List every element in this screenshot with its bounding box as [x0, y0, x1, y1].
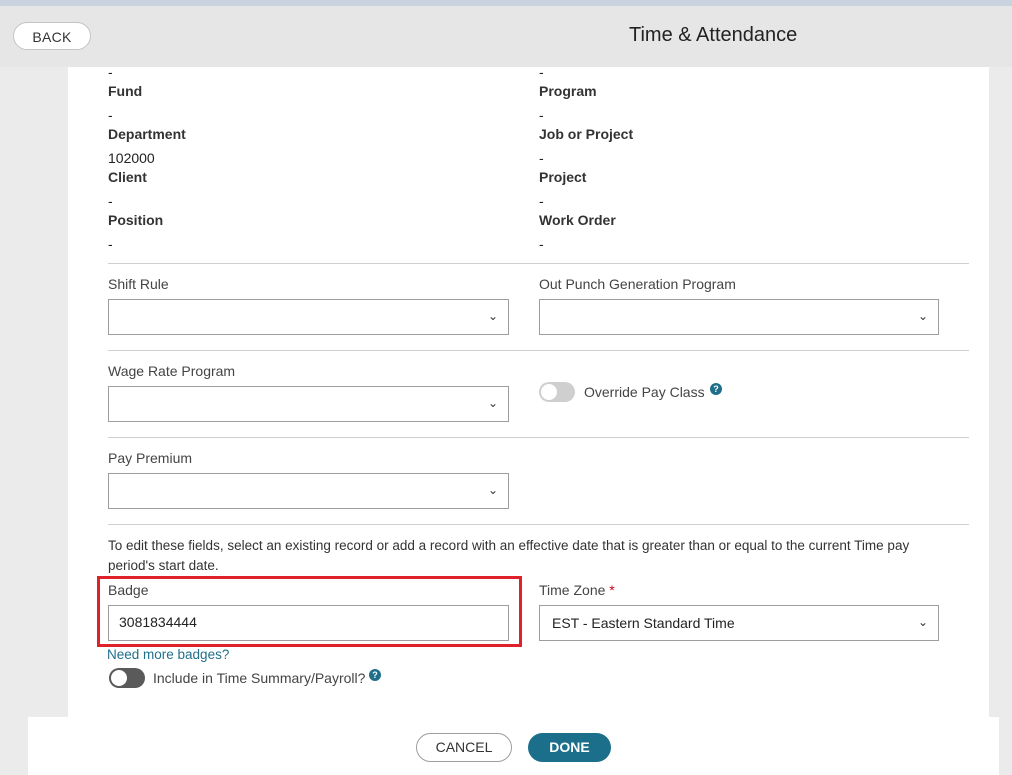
program-label: Program	[539, 83, 597, 99]
divider	[108, 437, 969, 438]
toggle-knob	[111, 670, 127, 686]
chevron-down-icon: ⌄	[917, 615, 928, 629]
done-button[interactable]: DONE	[528, 733, 611, 762]
chevron-down-icon: ⌄	[487, 396, 498, 410]
value-above-program: -	[539, 64, 544, 80]
client-value: -	[108, 193, 113, 209]
need-more-badges-link[interactable]: Need more badges?	[107, 647, 229, 662]
pay-premium-label: Pay Premium	[108, 450, 193, 466]
badge-input[interactable]	[119, 614, 489, 630]
project-label: Project	[539, 169, 587, 185]
include-summary-label: Include in Time Summary/Payroll?	[153, 670, 366, 686]
help-icon[interactable]: ?	[369, 669, 381, 681]
shift-rule-label: Shift Rule	[108, 276, 169, 292]
department-label: Department	[108, 126, 186, 142]
cancel-button[interactable]: CANCEL	[416, 733, 512, 762]
fund-label: Fund	[108, 83, 143, 99]
chevron-down-icon: ⌄	[487, 309, 498, 323]
value-above-fund: -	[108, 64, 113, 80]
badge-label: Badge	[108, 582, 149, 598]
divider	[108, 350, 969, 351]
wage-rate-label: Wage Rate Program	[108, 363, 236, 379]
client-label: Client	[108, 169, 147, 185]
divider	[108, 263, 969, 264]
department-value: 102000	[108, 150, 155, 166]
pay-premium-select[interactable]: ⌄	[108, 473, 509, 509]
toggle-knob	[541, 384, 557, 400]
back-button[interactable]: BACK	[13, 22, 91, 50]
position-label: Position	[108, 212, 164, 228]
footer-bar: CANCEL DONE	[28, 717, 999, 775]
position-value: -	[108, 236, 113, 252]
help-icon[interactable]: ?	[710, 383, 722, 395]
page-header: BACK Time & Attendance	[0, 6, 1012, 67]
override-pay-class-label: Override Pay Class	[584, 384, 705, 400]
edit-note: To edit these fields, select an existing…	[108, 538, 910, 573]
chevron-down-icon: ⌄	[487, 483, 498, 497]
page-title: Time & Attendance	[629, 24, 798, 46]
time-zone-value: EST - Eastern Standard Time	[552, 615, 735, 631]
work-order-value: -	[539, 236, 544, 252]
time-zone-select[interactable]: EST - Eastern Standard Time ⌄	[539, 605, 939, 641]
required-marker: *	[609, 582, 615, 598]
job-or-project-label: Job or Project	[539, 126, 634, 142]
job-or-project-value: -	[539, 150, 544, 166]
shift-rule-select[interactable]: ⌄	[108, 299, 509, 335]
override-pay-class-toggle[interactable]	[539, 382, 575, 402]
project-value: -	[539, 193, 544, 209]
include-summary-toggle[interactable]	[109, 668, 145, 688]
divider	[108, 524, 969, 525]
badge-field[interactable]	[108, 605, 509, 641]
chevron-down-icon: ⌄	[917, 309, 928, 323]
fund-value: -	[108, 107, 113, 123]
out-punch-select[interactable]: ⌄	[539, 299, 939, 335]
details-panel: - Fund - Department 102000 Client - Posi…	[68, 64, 989, 727]
time-zone-label-text: Time Zone	[539, 582, 606, 598]
out-punch-label: Out Punch Generation Program	[539, 276, 736, 292]
time-zone-label: Time Zone *	[539, 582, 615, 598]
work-order-label: Work Order	[539, 212, 616, 228]
wage-rate-select[interactable]: ⌄	[108, 386, 509, 422]
program-value: -	[539, 107, 544, 123]
